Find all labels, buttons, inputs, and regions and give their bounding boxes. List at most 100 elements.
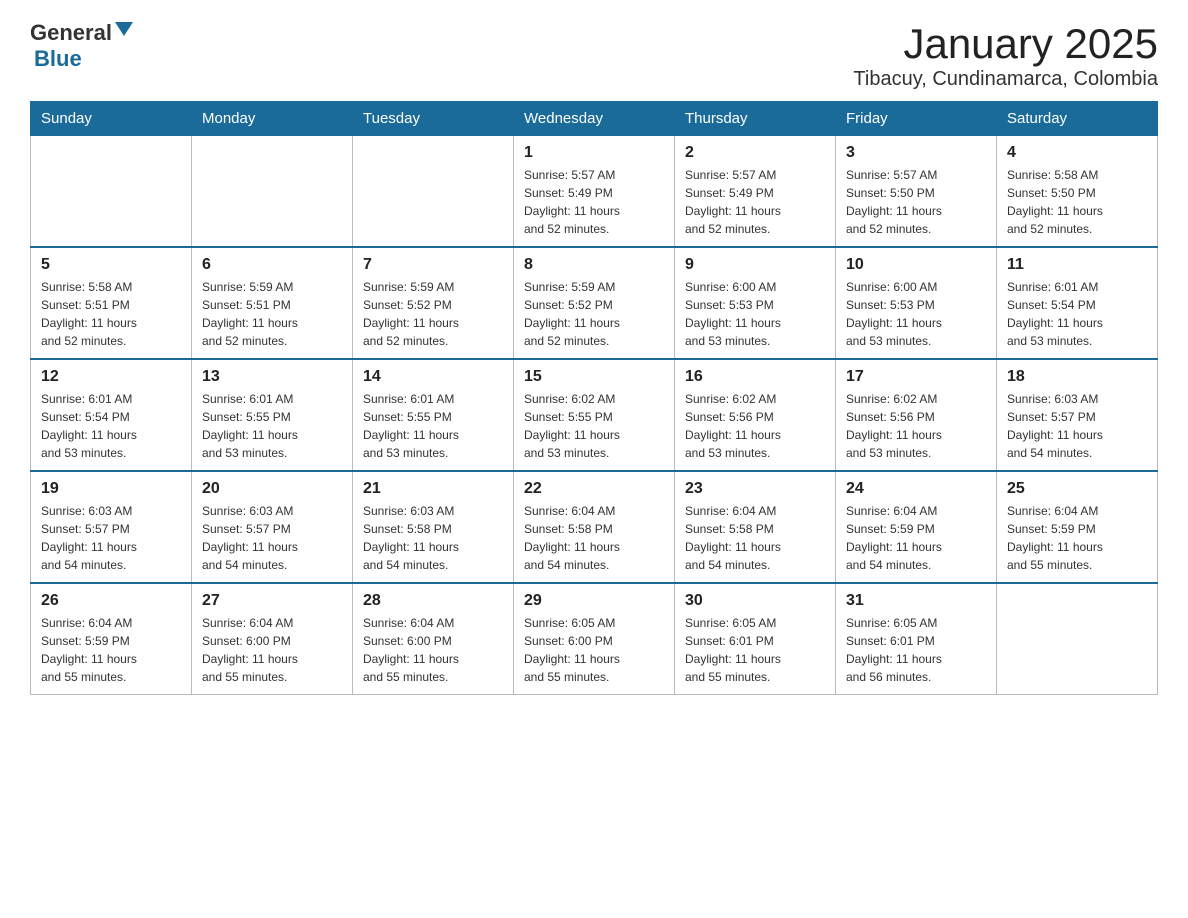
- day-number: 9: [685, 256, 825, 274]
- day-info: Sunrise: 5:58 AM Sunset: 5:51 PM Dayligh…: [41, 278, 181, 350]
- day-info: Sunrise: 6:02 AM Sunset: 5:56 PM Dayligh…: [685, 390, 825, 462]
- day-number: 22: [524, 480, 664, 498]
- day-info: Sunrise: 6:02 AM Sunset: 5:55 PM Dayligh…: [524, 390, 664, 462]
- calendar-cell: 14Sunrise: 6:01 AM Sunset: 5:55 PM Dayli…: [353, 359, 514, 471]
- calendar-cell: 19 Sunrise: 6:03 AM Sunset: 5:57 PM Dayli…: [31, 471, 192, 583]
- calendar-week-row: 5 Sunrise: 5:58 AM Sunset: 5:51 PM Daylig…: [31, 247, 1158, 359]
- weekday-header-tuesday: Tuesday: [353, 102, 514, 136]
- day-info: Sunrise: 6:03 AM Sunset: 5:57 PM Dayligh…: [1007, 390, 1147, 462]
- calendar-cell: 17 Sunrise: 6:02 AM Sunset: 5:56 PM Dayli…: [836, 359, 997, 471]
- day-info: Sunrise: 6:04 AM Sunset: 6:00 PM Dayligh…: [363, 614, 503, 686]
- day-number: 25: [1007, 480, 1147, 498]
- day-info: Sunrise: 5:57 AM Sunset: 5:49 PM Dayligh…: [524, 166, 664, 238]
- day-info: Sunrise: 6:03 AM Sunset: 5:57 PM Dayligh…: [202, 502, 342, 574]
- calendar-cell: 25 Sunrise: 6:04 AM Sunset: 5:59 PM Dayli…: [997, 471, 1158, 583]
- day-number: 27: [202, 592, 342, 610]
- calendar-cell: 9 Sunrise: 6:00 AM Sunset: 5:53 PM Daylig…: [675, 247, 836, 359]
- day-info: Sunrise: 6:04 AM Sunset: 5:59 PM Dayligh…: [41, 614, 181, 686]
- day-info: Sunrise: 6:05 AM Sunset: 6:01 PM Dayligh…: [846, 614, 986, 686]
- calendar-cell: 30Sunrise: 6:05 AM Sunset: 6:01 PM Dayli…: [675, 583, 836, 695]
- calendar-cell: 13 Sunrise: 6:01 AM Sunset: 5:55 PM Dayli…: [192, 359, 353, 471]
- page-title: January 2025: [853, 20, 1158, 68]
- calendar-cell: [192, 136, 353, 248]
- calendar-cell: 18 Sunrise: 6:03 AM Sunset: 5:57 PM Dayli…: [997, 359, 1158, 471]
- day-info: Sunrise: 5:57 AM Sunset: 5:49 PM Dayligh…: [685, 166, 825, 238]
- calendar-week-row: 1 Sunrise: 5:57 AM Sunset: 5:49 PM Daylig…: [31, 136, 1158, 248]
- day-number: 28: [363, 592, 503, 610]
- day-number: 4: [1007, 144, 1147, 162]
- calendar-table: SundayMondayTuesdayWednesdayThursdayFrid…: [30, 101, 1158, 695]
- logo-triangle-icon: [115, 22, 133, 36]
- day-info: Sunrise: 5:59 AM Sunset: 5:52 PM Dayligh…: [524, 278, 664, 350]
- logo-blue-text: Blue: [32, 46, 185, 72]
- calendar-cell: 21 Sunrise: 6:03 AM Sunset: 5:58 PM Dayli…: [353, 471, 514, 583]
- day-number: 31: [846, 592, 986, 610]
- calendar-week-row: 26 Sunrise: 6:04 AM Sunset: 5:59 PM Dayli…: [31, 583, 1158, 695]
- calendar-week-row: 12 Sunrise: 6:01 AM Sunset: 5:54 PM Dayli…: [31, 359, 1158, 471]
- calendar-cell: 4 Sunrise: 5:58 AM Sunset: 5:50 PM Daylig…: [997, 136, 1158, 248]
- day-info: Sunrise: 6:04 AM Sunset: 5:58 PM Dayligh…: [524, 502, 664, 574]
- calendar-cell: 27 Sunrise: 6:04 AM Sunset: 6:00 PM Dayli…: [192, 583, 353, 695]
- day-info: Sunrise: 6:05 AM Sunset: 6:01 PM Dayligh…: [685, 614, 825, 686]
- day-info: Sunrise: 6:04 AM Sunset: 5:59 PM Dayligh…: [846, 502, 986, 574]
- day-number: 12: [41, 368, 181, 386]
- day-info: Sunrise: 6:04 AM Sunset: 6:00 PM Dayligh…: [202, 614, 342, 686]
- day-info: Sunrise: 6:05 AM Sunset: 6:00 PM Dayligh…: [524, 614, 664, 686]
- day-info: Sunrise: 6:00 AM Sunset: 5:53 PM Dayligh…: [685, 278, 825, 350]
- day-number: 2: [685, 144, 825, 162]
- calendar-cell: 31 Sunrise: 6:05 AM Sunset: 6:01 PM Dayli…: [836, 583, 997, 695]
- day-info: Sunrise: 6:04 AM Sunset: 5:59 PM Dayligh…: [1007, 502, 1147, 574]
- day-number: 26: [41, 592, 181, 610]
- day-number: 18: [1007, 368, 1147, 386]
- calendar-cell: 5 Sunrise: 5:58 AM Sunset: 5:51 PM Daylig…: [31, 247, 192, 359]
- title-block: January 2025 Tibacuy, Cundinamarca, Colo…: [853, 20, 1158, 91]
- day-number: 17: [846, 368, 986, 386]
- calendar-cell: 28 Sunrise: 6:04 AM Sunset: 6:00 PM Dayli…: [353, 583, 514, 695]
- day-number: 20: [202, 480, 342, 498]
- calendar-cell: 15Sunrise: 6:02 AM Sunset: 5:55 PM Dayli…: [514, 359, 675, 471]
- calendar-cell: 1 Sunrise: 5:57 AM Sunset: 5:49 PM Daylig…: [514, 136, 675, 248]
- calendar-cell: 20 Sunrise: 6:03 AM Sunset: 5:57 PM Dayli…: [192, 471, 353, 583]
- day-info: Sunrise: 6:01 AM Sunset: 5:55 PM Dayligh…: [202, 390, 342, 462]
- day-info: Sunrise: 5:59 AM Sunset: 5:51 PM Dayligh…: [202, 278, 342, 350]
- weekday-header-wednesday: Wednesday: [514, 102, 675, 136]
- calendar-cell: 12 Sunrise: 6:01 AM Sunset: 5:54 PM Dayli…: [31, 359, 192, 471]
- day-number: 11: [1007, 256, 1147, 274]
- calendar-cell: 2 Sunrise: 5:57 AM Sunset: 5:49 PM Daylig…: [675, 136, 836, 248]
- day-info: Sunrise: 5:58 AM Sunset: 5:50 PM Dayligh…: [1007, 166, 1147, 238]
- day-number: 13: [202, 368, 342, 386]
- logo-general-text: General: [30, 20, 112, 46]
- day-number: 1: [524, 144, 664, 162]
- day-info: Sunrise: 6:01 AM Sunset: 5:54 PM Dayligh…: [41, 390, 181, 462]
- day-info: Sunrise: 5:59 AM Sunset: 5:52 PM Dayligh…: [363, 278, 503, 350]
- logo: General Blue: [30, 20, 185, 72]
- weekday-header-thursday: Thursday: [675, 102, 836, 136]
- day-number: 14: [363, 368, 503, 386]
- day-number: 7: [363, 256, 503, 274]
- day-info: Sunrise: 6:02 AM Sunset: 5:56 PM Dayligh…: [846, 390, 986, 462]
- calendar-cell: 23 Sunrise: 6:04 AM Sunset: 5:58 PM Dayli…: [675, 471, 836, 583]
- page-header: General Blue January 2025 Tibacuy, Cundi…: [30, 20, 1158, 91]
- calendar-cell: [997, 583, 1158, 695]
- day-info: Sunrise: 6:04 AM Sunset: 5:58 PM Dayligh…: [685, 502, 825, 574]
- day-info: Sunrise: 6:03 AM Sunset: 5:57 PM Dayligh…: [41, 502, 181, 574]
- calendar-cell: 7 Sunrise: 5:59 AM Sunset: 5:52 PM Daylig…: [353, 247, 514, 359]
- day-number: 23: [685, 480, 825, 498]
- calendar-cell: 24Sunrise: 6:04 AM Sunset: 5:59 PM Dayli…: [836, 471, 997, 583]
- day-number: 5: [41, 256, 181, 274]
- calendar-header-row: SundayMondayTuesdayWednesdayThursdayFrid…: [31, 102, 1158, 136]
- day-number: 19: [41, 480, 181, 498]
- day-number: 10: [846, 256, 986, 274]
- calendar-cell: 16Sunrise: 6:02 AM Sunset: 5:56 PM Dayli…: [675, 359, 836, 471]
- calendar-week-row: 19 Sunrise: 6:03 AM Sunset: 5:57 PM Dayli…: [31, 471, 1158, 583]
- day-info: Sunrise: 6:03 AM Sunset: 5:58 PM Dayligh…: [363, 502, 503, 574]
- weekday-header-sunday: Sunday: [31, 102, 192, 136]
- day-info: Sunrise: 6:01 AM Sunset: 5:54 PM Dayligh…: [1007, 278, 1147, 350]
- calendar-cell: 29Sunrise: 6:05 AM Sunset: 6:00 PM Dayli…: [514, 583, 675, 695]
- weekday-header-monday: Monday: [192, 102, 353, 136]
- day-info: Sunrise: 5:57 AM Sunset: 5:50 PM Dayligh…: [846, 166, 986, 238]
- day-number: 3: [846, 144, 986, 162]
- weekday-header-saturday: Saturday: [997, 102, 1158, 136]
- day-number: 8: [524, 256, 664, 274]
- day-number: 21: [363, 480, 503, 498]
